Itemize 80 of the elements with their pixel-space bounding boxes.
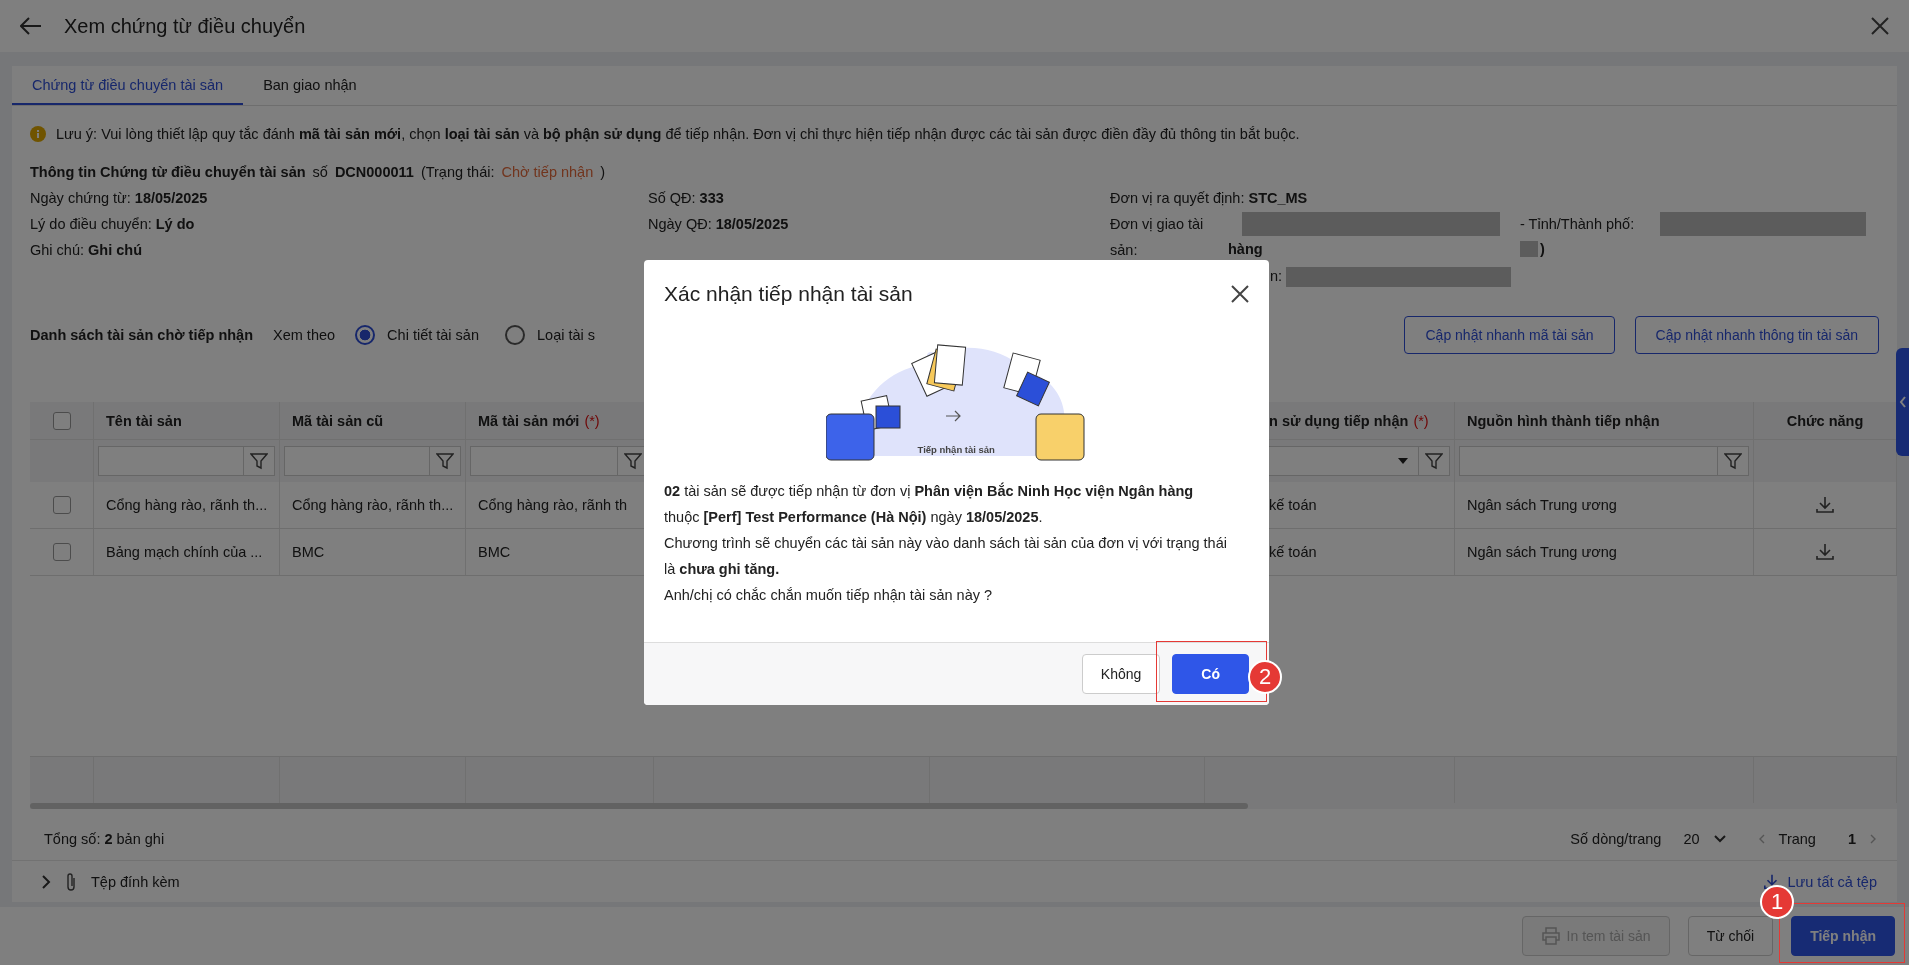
radio-button[interactable] [505, 324, 525, 345]
column-header: n sử dụng tiếp nhận [1269, 412, 1409, 429]
detail-field: Ghi chú: Ghi chú [30, 237, 648, 264]
caret-icon [1398, 458, 1408, 465]
field-label: n: [1268, 268, 1283, 285]
required-mark: (*) [584, 412, 600, 429]
quick-update-button[interactable]: Cập nhật nhanh mã tài sản [1404, 315, 1615, 354]
list-title: Danh sách tài sản chờ tiếp nhận [30, 326, 254, 343]
notice-text: Lưu ý: Vui lòng thiết lập quy tắc đánh mã tài sản mới, chọn loại tài sản và bộ phận sử dụng để tiếp nhận. Đơn vị chỉ thực hiện tiếp nhận được các tài sản được điền đầy đủ thông tin bắt buộc. [56, 125, 1300, 142]
tab[interactable]: Chứng từ điều chuyển tài sản [12, 66, 244, 105]
page-title: Xem chứng từ điều chuyển [64, 14, 306, 38]
previous-page-icon[interactable] [1757, 833, 1765, 844]
detail-field: Đơn vị ra quyết định: STC_MS [1110, 185, 1870, 212]
column-header: Tên tài sản [106, 412, 182, 429]
dialog-message: 02 tài sản sẽ được tiếp nhận từ đơn vị Phân viện Bắc Ninh Học viện Ngân hàng thuộc [Perf] Test Performance (Hà Nội) ngày 18/05/2025. [664, 481, 1195, 527]
detail-field: Ngày chứng từ: 18/05/2025 [30, 185, 648, 212]
printer-icon [1540, 927, 1561, 945]
confirm-button[interactable]: Có [1172, 654, 1249, 694]
action-button[interactable]: Từ chối [1687, 916, 1774, 956]
detail-field: Lý do điều chuyển: Lý do [30, 211, 648, 238]
table-cell: Bảng mạch chính của ... [94, 529, 280, 576]
checkbox[interactable] [52, 411, 71, 430]
view-label: Xem theo [273, 326, 336, 343]
back-icon[interactable] [20, 17, 42, 35]
attachments-label[interactable]: Tệp đính kèm [91, 873, 180, 890]
side-panel-tab[interactable] [1896, 348, 1909, 456]
table-cell: Cổng hàng rào, rãnh th... [280, 482, 466, 529]
dialog-title: Xác nhận tiếp nhận tài sản [664, 282, 913, 306]
status-text: Chờ tiếp nhận [501, 164, 594, 181]
field-value: ) [1540, 240, 1545, 260]
record-count: Tổng số: 2 bản ghi [44, 830, 165, 847]
paperclip-icon [65, 871, 77, 892]
redacted-block [1520, 241, 1538, 258]
radio-label[interactable]: Chi tiết tài sản [387, 326, 479, 343]
next-page-icon[interactable] [1870, 833, 1877, 844]
checkbox[interactable] [52, 496, 71, 515]
checkbox[interactable] [52, 543, 71, 562]
filter-field[interactable] [1459, 446, 1749, 477]
dialog-message: Anh/chị có chắc chắn muốn tiếp nhận tài sản này ? [664, 586, 994, 605]
table-cell: Cổng hàng rào, rãnh th... [94, 482, 280, 529]
page-size-label: Số dòng/trang [1570, 830, 1662, 847]
table-cell: Ngân sách Trung ương [1455, 482, 1754, 529]
section-title: Thông tin Chứng từ điều chuyển tài sản [30, 164, 306, 181]
status-end: ) [600, 164, 606, 181]
quick-update-button[interactable]: Cập nhật nhanh thông tin tài sản [1634, 315, 1879, 354]
scrollbar-thumb[interactable] [30, 803, 1248, 810]
page-size-select[interactable]: 20 [1683, 830, 1700, 847]
field-label: Đơn vị giao tài sản: [1110, 215, 1205, 261]
status-label: (Trạng thái: [420, 164, 495, 181]
chevron-left-icon [1898, 396, 1907, 408]
radio-button[interactable] [355, 324, 376, 345]
close-icon[interactable] [1871, 17, 1889, 35]
download-icon[interactable] [1815, 542, 1835, 563]
illustration-caption: Tiếp nhận tài sản [917, 444, 995, 455]
filter-field[interactable] [98, 446, 275, 477]
detail-field: Ngày QĐ: 18/05/2025 [648, 211, 1110, 238]
number-label: số [312, 164, 328, 181]
document-number: DCN000011 [334, 164, 414, 181]
field-value: hàng [1228, 240, 1264, 260]
column-header: Nguồn hình thành tiếp nhận [1467, 412, 1660, 429]
table-cell: Ngân sách Trung ương [1455, 529, 1754, 576]
page-label: Trang [1778, 830, 1816, 847]
info-icon [30, 125, 46, 142]
page-number[interactable]: 1 [1847, 830, 1856, 847]
filter-field[interactable] [284, 446, 461, 477]
column-header: Chức năng [1786, 412, 1864, 429]
close-icon[interactable] [1231, 285, 1249, 303]
download-icon[interactable] [1815, 495, 1835, 516]
column-header: Mã tài sản mới [478, 412, 580, 429]
detail-field: Số QĐ: 333 [648, 185, 1110, 212]
table-cell: BMC [280, 529, 466, 576]
chevron-right-icon[interactable] [42, 874, 51, 889]
action-button[interactable]: Tiếp nhận [1791, 916, 1895, 956]
tab[interactable]: Ban giao nhận [243, 66, 377, 105]
radio-label[interactable]: Loại tài s [537, 326, 596, 343]
field-label: - Tỉnh/Thành phố: [1520, 215, 1635, 235]
required-mark: (*) [1413, 412, 1429, 429]
chevron-down-icon[interactable] [1713, 834, 1726, 843]
cancel-button[interactable]: Không [1081, 654, 1161, 694]
column-header: Mã tài sản cũ [292, 412, 384, 429]
